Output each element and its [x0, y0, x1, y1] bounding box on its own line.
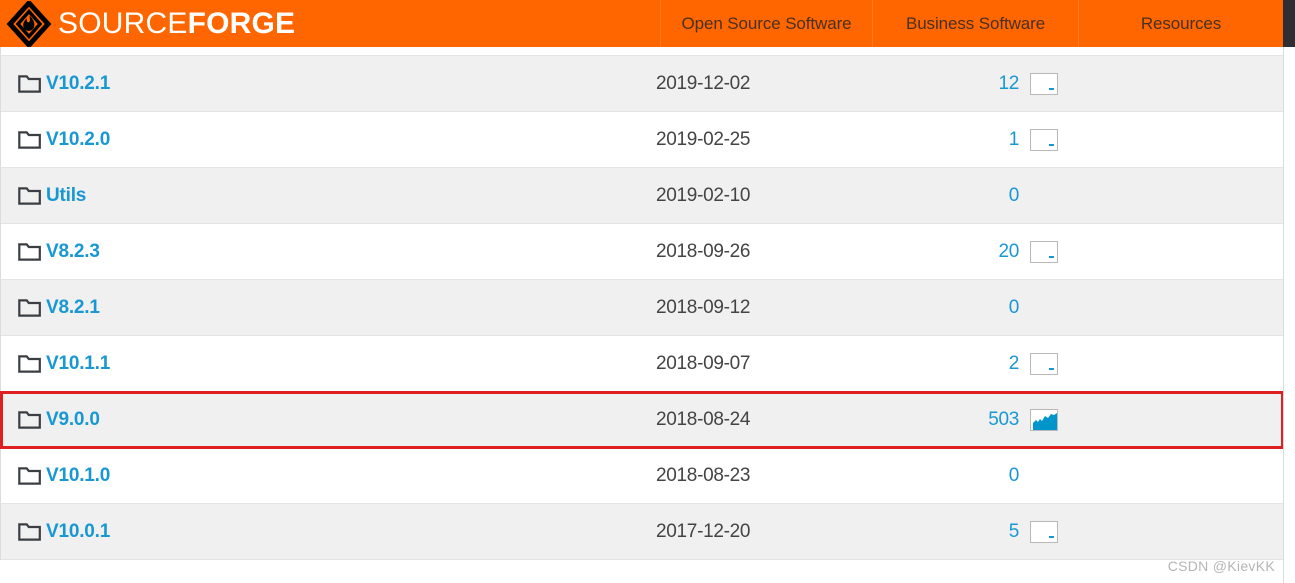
modified-date-cell: 2019-12-02	[656, 72, 751, 94]
download-count[interactable]: 12	[985, 73, 1019, 95]
nav-item-open-source-software[interactable]: Open Source Software	[660, 0, 872, 47]
page-root: V7.6.02020-02-040V10.2.12019-12-0212V10.…	[0, 0, 1295, 583]
download-sparkline-chart[interactable]	[1030, 240, 1058, 263]
table-row[interactable]: Utils 2019-02-10 0	[1, 168, 1283, 224]
folder-link[interactable]: Utils	[46, 185, 86, 207]
download-count[interactable]: 503	[985, 409, 1019, 431]
folder-icon	[18, 186, 41, 205]
file-name-cell: V8.2.3	[1, 241, 641, 263]
nav-item-label: Resources	[1140, 13, 1222, 33]
folder-link[interactable]: V9.0.0	[46, 409, 100, 431]
sourceforge-wordmark: SOURCEFORGE	[58, 7, 295, 41]
folder-link[interactable]: V10.0.1	[46, 521, 110, 543]
download-count-cell: 1	[941, 128, 1283, 151]
nav-item-business-software[interactable]: Business Software	[872, 0, 1078, 47]
download-count-cell: 20	[941, 240, 1283, 263]
table-row[interactable]: V8.2.1 2018-09-12 0	[1, 280, 1283, 336]
vertical-scrollbar-track[interactable]	[1283, 0, 1295, 583]
download-count[interactable]: 20	[985, 241, 1019, 263]
modified-date-cell: 2018-09-26	[656, 240, 751, 262]
file-name-cell: V10.2.0	[1, 129, 641, 151]
folder-icon	[18, 74, 41, 93]
download-count[interactable]: 2	[985, 353, 1020, 375]
folder-link[interactable]: V10.1.1	[46, 353, 110, 375]
modified-date-cell: 2019-02-10	[656, 184, 751, 206]
modified-date-cell: 2019-02-25	[656, 128, 751, 150]
file-name-cell: V10.1.1	[1, 353, 641, 375]
file-name-cell: V8.2.1	[1, 297, 641, 319]
folder-icon	[18, 242, 41, 261]
folder-icon	[18, 298, 41, 317]
download-count-cell: 0	[941, 185, 1283, 207]
download-count[interactable]: 1	[985, 129, 1020, 151]
nav-item-label: Open Source Software	[681, 13, 852, 33]
download-sparkline-chart[interactable]	[1030, 72, 1058, 95]
download-count-cell: 0	[941, 297, 1283, 319]
table-row[interactable]: V10.0.1 2017-12-20 5	[1, 504, 1283, 560]
table-row[interactable]: V8.2.3 2018-09-26 20	[1, 224, 1283, 280]
file-name-cell: Utils	[1, 185, 641, 207]
download-count[interactable]: 5	[985, 521, 1020, 543]
download-count-cell: 2	[941, 352, 1283, 375]
download-count-cell: 503	[941, 408, 1283, 431]
download-sparkline-chart[interactable]	[1030, 352, 1058, 375]
watermark: CSDN @KievKK	[1167, 558, 1275, 574]
folder-icon	[18, 130, 41, 149]
folder-icon	[18, 354, 41, 373]
table-row[interactable]: V10.2.0 2019-02-25 1	[1, 112, 1283, 168]
vertical-scrollbar-thumb[interactable]	[1283, 0, 1295, 47]
modified-date-cell: 2018-08-24	[656, 408, 751, 430]
download-count-cell: 0	[941, 465, 1283, 487]
download-sparkline-chart[interactable]	[1030, 408, 1058, 431]
download-count[interactable]: 0	[985, 185, 1020, 207]
folder-link[interactable]: V8.2.1	[46, 297, 100, 319]
download-count-cell: 12	[941, 72, 1283, 95]
table-row[interactable]: V10.2.1 2019-12-02 12	[1, 56, 1283, 112]
folder-icon	[18, 522, 41, 541]
logo-text-source: SOURCE	[58, 6, 188, 40]
modified-date-cell: 2017-12-20	[656, 520, 751, 542]
logo-text-forge: FORGE	[187, 6, 296, 40]
site-header: SOURCEFORGE Open Source Software Busines…	[0, 0, 1283, 47]
download-sparkline-chart[interactable]	[1030, 128, 1058, 151]
file-name-cell: V10.0.1	[1, 521, 641, 543]
folder-link[interactable]: V8.2.3	[46, 241, 100, 263]
sourceforge-flame-diamond-icon	[4, 0, 54, 47]
folder-icon	[18, 466, 41, 485]
file-name-cell: V9.0.0	[1, 409, 641, 431]
download-sparkline-chart[interactable]	[1030, 520, 1058, 543]
folder-link[interactable]: V10.2.0	[46, 129, 110, 151]
download-count[interactable]: 0	[985, 297, 1020, 319]
modified-date-cell: 2018-09-07	[656, 352, 751, 374]
download-count-cell: 5	[941, 520, 1283, 543]
folder-icon	[18, 410, 41, 429]
folder-link[interactable]: V10.2.1	[46, 73, 110, 95]
table-row[interactable]: V10.1.1 2018-09-07 2	[1, 336, 1283, 392]
sourceforge-logo[interactable]: SOURCEFORGE	[0, 0, 660, 47]
release-files-table: V7.6.02020-02-040V10.2.12019-12-0212V10.…	[0, 0, 1284, 560]
file-name-cell: V10.2.1	[1, 73, 641, 95]
folder-link[interactable]: V10.1.0	[46, 465, 110, 487]
file-name-cell: V10.1.0	[1, 465, 641, 487]
modified-date-cell: 2018-09-12	[656, 296, 751, 318]
download-count[interactable]: 0	[985, 465, 1020, 487]
table-row[interactable]: V9.0.0 2018-08-24 503	[0, 391, 1284, 449]
nav-item-resources[interactable]: Resources	[1078, 0, 1283, 47]
nav-item-label: Business Software	[905, 13, 1046, 33]
modified-date-cell: 2018-08-23	[656, 464, 751, 486]
table-row[interactable]: V10.1.0 2018-08-23 0	[1, 448, 1283, 504]
